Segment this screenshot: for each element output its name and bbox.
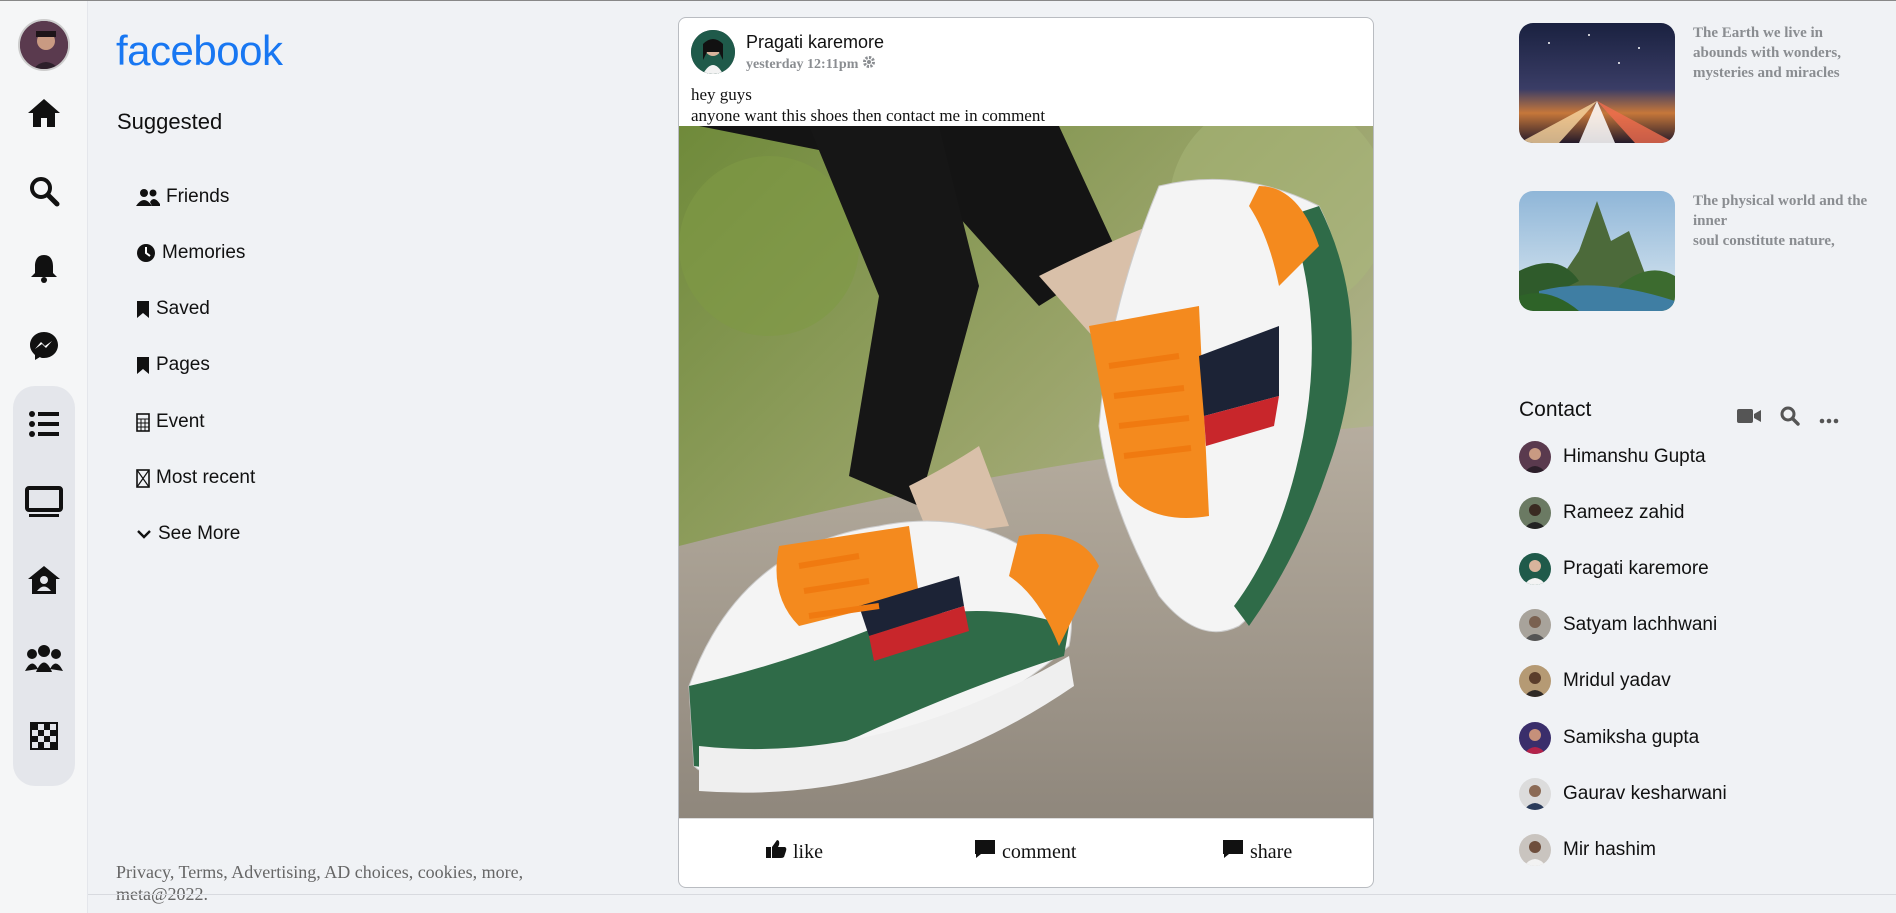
footer-links[interactable]: Privacy, Terms, Advertising, AD choices,… [116, 861, 546, 905]
comment-button[interactable]: comment [974, 839, 1076, 865]
contact-name: Samiksha gupta [1563, 727, 1700, 748]
post-author[interactable]: Pragati karemore [746, 32, 884, 53]
contact-heading: Contact [1519, 398, 1592, 421]
contact-item[interactable]: Pragati karemore [1519, 553, 1709, 585]
share-icon [1222, 839, 1244, 865]
contact-item[interactable]: Mir hashim [1519, 834, 1656, 866]
post-text-line: hey guys [691, 85, 752, 104]
sidebar-item-label: Saved [156, 298, 210, 319]
avatar [1519, 497, 1551, 529]
post-text-line: anyone want this shoes then contact me i… [691, 106, 1046, 125]
bell-icon[interactable] [20, 244, 68, 292]
sidebar-item-most-recent[interactable]: Most recent [136, 467, 255, 489]
box-icon [136, 468, 150, 488]
avatar [1519, 778, 1551, 810]
comment-label: comment [1002, 840, 1077, 863]
sidebar-item-label: Most recent [156, 467, 256, 488]
suggested-heading: Suggested [117, 109, 223, 134]
story-caption: The Earth we live in abounds with wonder… [1693, 25, 1841, 81]
post-timestamp: yesterday 12:11pm [746, 56, 859, 72]
like-label: like [793, 840, 823, 863]
share-label: share [1250, 840, 1293, 863]
search-icon[interactable] [20, 167, 68, 215]
contact-item[interactable]: Himanshu Gupta [1519, 441, 1706, 473]
post-time: yesterday 12:11pm [746, 55, 876, 74]
author-avatar[interactable] [691, 30, 735, 74]
contact-item[interactable]: Samiksha gupta [1519, 722, 1699, 754]
divider [88, 894, 1896, 895]
avatar [1519, 441, 1551, 473]
story-thumbnail[interactable] [1519, 191, 1675, 311]
sidebar-item-label: Memories [162, 242, 246, 263]
sidebar-item-saved[interactable]: Saved [136, 298, 210, 320]
clock-icon [136, 243, 156, 263]
contact-name: Mir hashim [1563, 839, 1656, 860]
sidebar-item-memories[interactable]: Memories [136, 242, 245, 264]
list-icon[interactable] [20, 400, 68, 448]
comment-icon [974, 839, 996, 865]
contact-name: Pragati karemore [1563, 558, 1709, 579]
facebook-logo[interactable]: facebook [116, 27, 283, 75]
sidebar-item-friends[interactable]: Friends [136, 186, 229, 208]
story-thumbnail[interactable] [1519, 23, 1675, 143]
bookmark-icon [136, 356, 150, 375]
checkerboard-icon[interactable] [20, 712, 68, 760]
story-caption: The physical world and the inner soul co… [1693, 191, 1873, 251]
contact-name: Mridul yadav [1563, 670, 1671, 691]
icon-rail [0, 1, 88, 913]
avatar [1519, 553, 1551, 585]
contact-name: Rameez zahid [1563, 502, 1685, 523]
post-card: Pragati karemore yesterday 12:11pm hey g… [678, 17, 1374, 888]
profile-avatar[interactable] [18, 19, 70, 71]
bookmark-icon [136, 300, 150, 319]
see-more-button[interactable]: See More [136, 523, 240, 545]
like-button[interactable]: like [765, 839, 823, 865]
search-icon[interactable] [1780, 406, 1800, 430]
contact-name: Himanshu Gupta [1563, 446, 1706, 467]
sidebar-item-label: Event [156, 411, 205, 432]
messenger-icon[interactable] [20, 322, 68, 370]
contact-name: Satyam lachhwani [1563, 614, 1718, 635]
sidebar-item-label: Friends [166, 186, 230, 207]
people-group-icon[interactable] [20, 634, 68, 682]
avatar [1519, 665, 1551, 697]
post-photo[interactable] [679, 126, 1373, 818]
avatar [1519, 609, 1551, 641]
contact-item[interactable]: Satyam lachhwani [1519, 609, 1717, 641]
contact-item[interactable]: Rameez zahid [1519, 497, 1684, 529]
gear-icon[interactable] [862, 55, 876, 74]
avatar [1519, 834, 1551, 866]
avatar [1519, 722, 1551, 754]
house-user-icon[interactable] [20, 556, 68, 604]
sidebar-item-label: See More [158, 523, 241, 544]
story-caption-line: soul constitute nature, [1693, 233, 1835, 249]
video-camera-icon[interactable] [1737, 408, 1761, 428]
contact-toolbar [1737, 406, 1839, 430]
post-text: hey guys anyone want this shoes then con… [691, 84, 1045, 126]
story-caption-line: The physical world and the inner [1693, 193, 1868, 229]
sidebar-item-label: Pages [156, 354, 210, 375]
post-actions: like comment share [679, 818, 1373, 887]
sidebar-item-pages[interactable]: Pages [136, 354, 210, 376]
more-options-icon[interactable] [1819, 409, 1839, 428]
user-friends-icon [136, 188, 160, 206]
monitor-icon[interactable] [20, 478, 68, 526]
sidebar-item-event[interactable]: Event [136, 411, 205, 433]
contact-item[interactable]: Gaurav kesharwani [1519, 778, 1727, 810]
home-icon[interactable] [20, 89, 68, 137]
contact-item[interactable]: Mridul yadav [1519, 665, 1671, 697]
contact-name: Gaurav kesharwani [1563, 783, 1727, 804]
chevron-down-icon [136, 528, 152, 540]
calendar-icon [136, 412, 150, 432]
share-button[interactable]: share [1222, 839, 1292, 865]
thumbs-up-icon [765, 839, 787, 865]
